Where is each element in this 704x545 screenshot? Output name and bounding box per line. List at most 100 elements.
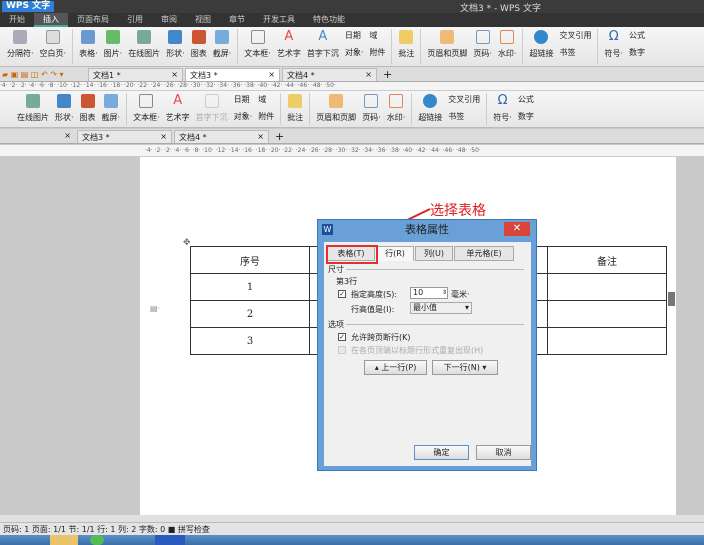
ok-button[interactable]: 确定 xyxy=(414,445,469,460)
header-footer-button[interactable]: 页眉和页脚 xyxy=(316,91,356,123)
picture-button[interactable]: 图片· xyxy=(104,27,122,59)
previous-row-button[interactable]: ▴ 上一行(P) xyxy=(364,360,427,375)
number-button[interactable]: 数字 xyxy=(518,111,534,122)
new-tab-button[interactable]: + xyxy=(379,68,396,81)
menu-start[interactable]: 开始 xyxy=(0,13,34,27)
attachment-button[interactable]: 附件 xyxy=(369,47,385,58)
table-cell[interactable] xyxy=(547,300,667,328)
attachment-button[interactable]: 附件 xyxy=(258,111,274,122)
height-rule-select[interactable]: 最小值 ▾ xyxy=(410,302,472,314)
menu-insert[interactable]: 插入 xyxy=(34,13,68,27)
dropcap-button[interactable]: 首字下沉 xyxy=(196,91,228,123)
quick-access-toolbar[interactable]: ▰ ▣ ▤ ◫ ↶ ↷ ▾ xyxy=(0,68,88,81)
tab-cell[interactable]: 单元格(E) xyxy=(454,246,514,261)
divider xyxy=(411,93,413,125)
field-button[interactable]: 域 xyxy=(258,94,274,105)
comment-button[interactable]: 批注 xyxy=(398,27,414,59)
cross-reference-button[interactable]: 交叉引用 xyxy=(448,94,480,105)
formula-button[interactable]: 公式 xyxy=(629,30,645,41)
table-button[interactable]: 表格· xyxy=(79,27,98,59)
bookmark-button[interactable]: 书签 xyxy=(559,47,591,58)
page-number-button[interactable]: 页码· xyxy=(473,27,492,59)
table-cell[interactable]: 1 xyxy=(190,273,310,301)
table-row-handle[interactable] xyxy=(668,292,675,306)
menu-references[interactable]: 引用 xyxy=(118,13,152,27)
object-button[interactable]: 对象· xyxy=(345,47,364,58)
menu-view[interactable]: 视图 xyxy=(186,13,220,27)
symbol-button[interactable]: Ω 符号· xyxy=(604,27,623,59)
height-input[interactable]: 10 ⇕ xyxy=(410,287,448,299)
menu-layout[interactable]: 页面布局 xyxy=(68,13,118,27)
tab-column[interactable]: 列(U) xyxy=(415,246,453,261)
object-button[interactable]: 对象· xyxy=(234,111,253,122)
date-button[interactable]: 日期 xyxy=(345,30,364,41)
watermark-button[interactable]: 水印· xyxy=(387,91,405,123)
menu-features[interactable]: 特色功能 xyxy=(304,13,354,27)
shape-button[interactable]: 形状· xyxy=(166,27,185,59)
bookmark-button[interactable]: 书签 xyxy=(448,111,480,122)
table-cell[interactable] xyxy=(547,327,667,355)
textbox-button[interactable]: 文本框· xyxy=(133,91,160,123)
cross-reference-button[interactable]: 交叉引用 xyxy=(559,30,591,41)
close-icon[interactable]: × xyxy=(171,70,178,80)
menu-review[interactable]: 审阅 xyxy=(152,13,186,27)
hyperlink-button[interactable]: 超链接 xyxy=(418,91,442,123)
cancel-button[interactable]: 取消 xyxy=(476,445,531,460)
header-footer-button[interactable]: 页眉和页脚 xyxy=(427,27,467,59)
tab-doc3[interactable]: 文档3 * × xyxy=(77,130,172,143)
hyperlink-button[interactable]: 超链接 xyxy=(529,27,553,59)
specify-height-checkbox[interactable]: ✓ xyxy=(338,290,346,298)
wordart-button[interactable]: A 艺术字 xyxy=(166,91,190,123)
chart-button[interactable]: 图表 xyxy=(80,91,96,123)
spinner-icon[interactable]: ⇕ xyxy=(442,288,447,298)
online-picture-button[interactable]: 在线图片 xyxy=(17,91,49,123)
close-icon[interactable]: × xyxy=(268,70,275,80)
chart-button[interactable]: 图表 xyxy=(191,27,207,59)
close-icon[interactable]: × xyxy=(64,131,71,142)
shape-button[interactable]: 形状· xyxy=(55,91,74,123)
tab-doc1[interactable]: 文档1 * × xyxy=(88,68,183,81)
folder-icon[interactable] xyxy=(50,535,78,545)
table-cell[interactable]: 序号 xyxy=(190,246,310,274)
next-row-button[interactable]: 下一行(N) ▾ xyxy=(432,360,498,375)
allow-break-checkbox[interactable]: ✓ xyxy=(338,333,346,341)
page-number-button[interactable]: 页码· xyxy=(362,91,381,123)
watermark-button[interactable]: 水印· xyxy=(498,27,516,59)
table-cell[interactable]: 2 xyxy=(190,300,310,328)
horizontal-scrollbar[interactable] xyxy=(0,515,704,522)
table-cell[interactable]: 3 xyxy=(190,327,310,355)
new-tab-button[interactable]: + xyxy=(271,130,288,143)
menu-chapter[interactable]: 章节 xyxy=(220,13,254,27)
textbox-button[interactable]: 文本框· xyxy=(244,27,271,59)
browser-icon[interactable] xyxy=(90,535,104,545)
tab-doc4[interactable]: 文档4 * × xyxy=(282,68,377,81)
close-icon[interactable]: × xyxy=(160,132,167,142)
dropcap-button[interactable]: A 首字下沉 xyxy=(307,27,339,59)
unit-select[interactable]: 毫米· xyxy=(451,289,470,300)
field-button[interactable]: 域 xyxy=(369,30,385,41)
formula-button[interactable]: 公式 xyxy=(518,94,534,105)
table-cell[interactable] xyxy=(547,273,667,301)
wps-taskbar-icon[interactable] xyxy=(155,535,185,545)
online-picture-button[interactable]: 在线图片 xyxy=(128,27,160,59)
blank-page-button[interactable]: 空白页· xyxy=(40,27,66,59)
tab-partial[interactable]: × xyxy=(35,130,75,143)
wps-menu-button[interactable]: WPS 文字 xyxy=(2,1,55,12)
close-icon[interactable]: × xyxy=(257,132,264,142)
tab-doc4[interactable]: 文档4 * × xyxy=(174,130,269,143)
comment-button[interactable]: 批注 xyxy=(287,91,303,123)
close-button[interactable]: ✕ xyxy=(504,222,530,236)
tab-row[interactable]: 行(R) xyxy=(376,246,414,261)
tab-doc3[interactable]: 文档3 * × xyxy=(185,68,280,81)
number-button[interactable]: 数字 xyxy=(629,47,645,58)
screenshot-button[interactable]: 截屏· xyxy=(102,91,120,123)
screenshot-button[interactable]: 截屏· xyxy=(213,27,231,59)
table-cell[interactable]: 备注 xyxy=(547,246,667,274)
symbol-button[interactable]: Ω 符号· xyxy=(493,91,512,123)
page-break-button[interactable]: 分隔符· xyxy=(7,27,34,59)
wordart-button[interactable]: A 艺术字 xyxy=(277,27,301,59)
repeat-header-checkbox[interactable] xyxy=(338,346,346,354)
menu-developer[interactable]: 开发工具 xyxy=(254,13,304,27)
date-button[interactable]: 日期 xyxy=(234,94,253,105)
close-icon[interactable]: × xyxy=(365,70,372,80)
